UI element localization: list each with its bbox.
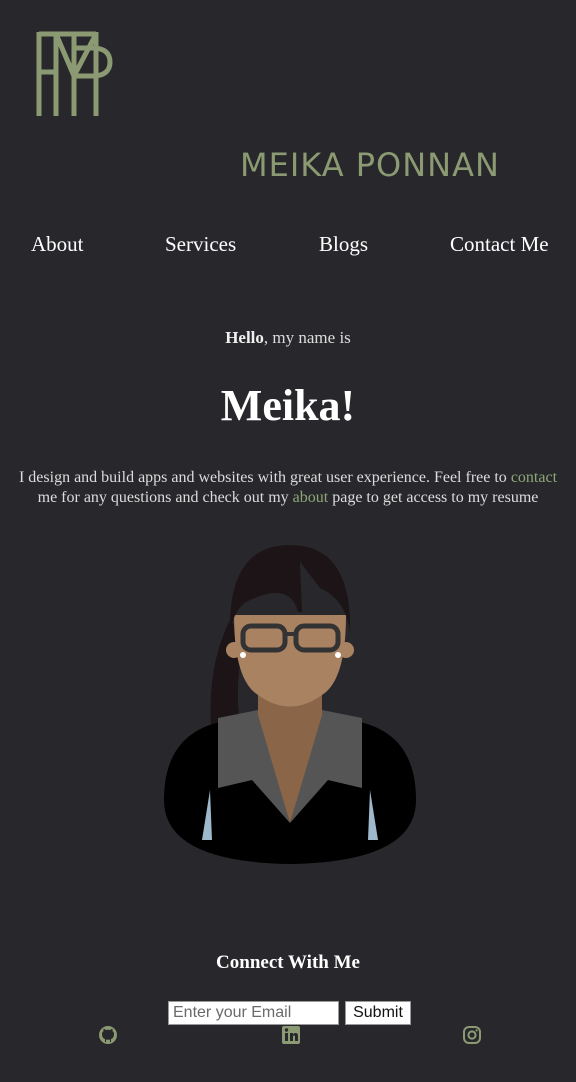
email-input[interactable] bbox=[168, 1001, 339, 1025]
intro-text-2: me for any questions and check out my bbox=[37, 489, 293, 506]
brand-name: MEIKA PONNAN bbox=[240, 146, 500, 184]
connect-heading: Connect With Me bbox=[216, 952, 360, 973]
contact-link[interactable]: contact bbox=[511, 469, 557, 486]
about-link[interactable]: about bbox=[293, 489, 329, 506]
mp-monogram-logo[interactable] bbox=[34, 28, 114, 120]
nav-contact-me[interactable]: Contact Me bbox=[450, 232, 549, 257]
hero-name: Meika! bbox=[220, 381, 356, 430]
nav-services[interactable]: Services bbox=[165, 232, 236, 257]
github-icon[interactable] bbox=[98, 1025, 118, 1045]
nav-blogs[interactable]: Blogs bbox=[319, 232, 368, 257]
hello-bold: Hello bbox=[225, 328, 264, 347]
nav-about[interactable]: About bbox=[31, 232, 84, 257]
submit-button[interactable]: Submit bbox=[345, 1001, 411, 1025]
woman-with-glasses-avatar bbox=[164, 545, 416, 864]
linkedin-icon[interactable] bbox=[281, 1025, 301, 1045]
hello-rest: , my name is bbox=[263, 328, 351, 347]
intro-paragraph: I design and build apps and websites wit… bbox=[18, 468, 558, 508]
newsletter-form: Submit bbox=[168, 1001, 411, 1025]
intro-text-1: I design and build apps and websites wit… bbox=[18, 469, 511, 486]
hello-line: Hello, my name is bbox=[0, 328, 576, 348]
intro-text-3: page to get access to my resume bbox=[328, 489, 539, 506]
instagram-icon[interactable] bbox=[462, 1025, 482, 1045]
main-nav: About Services Blogs Contact Me bbox=[0, 232, 576, 262]
